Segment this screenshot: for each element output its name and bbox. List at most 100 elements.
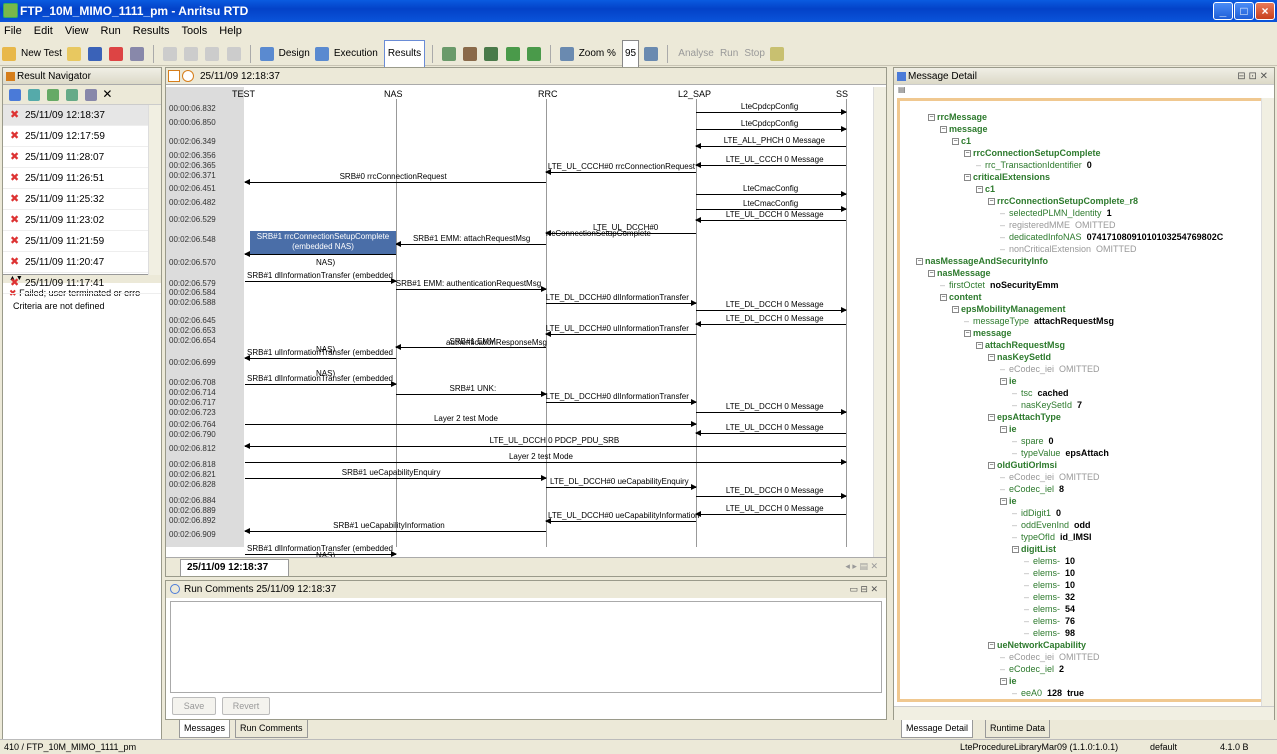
message-label[interactable]: LTE_DL_DCCH 0 Message (726, 486, 824, 495)
collapse-icon[interactable]: − (1000, 678, 1007, 686)
open-icon[interactable] (67, 47, 82, 61)
tree-node[interactable]: − nasKeySetId (988, 351, 1051, 363)
menu-results[interactable]: Results (133, 25, 170, 37)
tree-node[interactable]: – elems- 54 (1024, 603, 1075, 615)
tree-node[interactable]: − message (940, 123, 988, 135)
tree-scrollbar[interactable] (1261, 98, 1274, 708)
message-arrow[interactable] (245, 421, 697, 427)
message-arrow[interactable] (545, 331, 696, 337)
message-label[interactable]: Layer 2 test Mode (434, 414, 498, 423)
tree-node[interactable]: – eCodec_iei OMITTED (1000, 651, 1100, 663)
tree-node[interactable]: – nasKeySetId 7 (1012, 399, 1082, 411)
result-item[interactable]: ✖ 25/11/09 11:23:02 (3, 210, 161, 231)
design-button[interactable]: Design (279, 41, 310, 67)
tree-node[interactable]: – eCodec_iel 8 (1000, 483, 1064, 495)
tree-node[interactable]: – eCodec_iei OMITTED (1000, 363, 1100, 375)
paste-icon[interactable] (226, 47, 241, 61)
collapse-icon[interactable]: − (988, 354, 995, 362)
tree-node[interactable]: − nasMessage (928, 267, 991, 279)
collapse-icon[interactable]: − (940, 126, 947, 134)
tree-node[interactable]: − ie (1000, 675, 1017, 687)
tree-node[interactable]: – nonCriticalExtension OMITTED (1000, 243, 1137, 255)
collapse-icon[interactable]: − (952, 306, 959, 314)
refresh-icon[interactable] (28, 89, 41, 102)
message-label[interactable]: LTE_DL_DCCH 0 Message (726, 314, 824, 323)
message-label[interactable]: SRB#1 ueCapabilityInformation (333, 521, 445, 530)
selected-message[interactable]: SRB#1 rrcConnectionSetupComplete (embedde… (250, 231, 396, 254)
message-label[interactable]: LteCmacConfig (743, 199, 798, 208)
tree-node[interactable]: – selectedPLMN_Identity 1 (1000, 207, 1112, 219)
message-arrow[interactable] (696, 109, 847, 115)
zoom-out-icon[interactable] (644, 47, 659, 61)
result-item[interactable]: ✖ 25/11/09 11:17:41 (3, 273, 161, 294)
message-label[interactable]: NAS) (316, 258, 335, 267)
message-arrow[interactable] (695, 511, 846, 517)
tree-node[interactable]: – messageType attachRequestMsg (964, 315, 1114, 327)
collapse-icon[interactable]: − (952, 138, 959, 146)
tab-runtime-data[interactable]: Runtime Data (985, 720, 1051, 738)
message-arrow[interactable] (696, 191, 847, 197)
menu-file[interactable]: File (4, 25, 22, 37)
collapse-icon[interactable]: − (964, 174, 971, 182)
message-arrow[interactable] (696, 126, 847, 132)
close-button[interactable]: × (1255, 2, 1275, 20)
tool-icon-3[interactable] (484, 47, 499, 61)
tab-controls-icon[interactable]: ◂ ▸ ▤ ✕ (845, 561, 878, 572)
message-label[interactable]: SRB#1 EMM: authenticationRequestMsg (396, 279, 541, 288)
tree-node[interactable]: − epsMobilityManagement (952, 303, 1066, 315)
copy-icon[interactable] (205, 47, 220, 61)
execution-button[interactable]: Execution (334, 41, 378, 67)
detail-controls-icon[interactable]: ⊟ ⊡ ✕ (1237, 68, 1268, 85)
link-icon[interactable] (9, 89, 21, 102)
search-icon[interactable] (85, 89, 98, 102)
result-item[interactable]: ✖ 25/11/09 12:17:59 (3, 126, 161, 147)
message-arrow[interactable] (546, 484, 697, 490)
message-label[interactable]: LTE_UL_DCCH 0 PDCP_PDU_SRB (490, 436, 620, 445)
tree-node[interactable]: – spare 0 (1012, 435, 1054, 447)
tree-node[interactable]: – elems- 32 (1024, 591, 1075, 603)
message-label[interactable]: LTE_DL_DCCH 0 Message (726, 300, 824, 309)
extra-tool-icon[interactable] (770, 47, 784, 61)
tree-node[interactable]: − content (940, 291, 982, 303)
tree-node[interactable]: – dedicatedInfoNAS 07417108091010103254769… (1000, 231, 1223, 243)
message-arrow[interactable] (696, 307, 847, 313)
menu-help[interactable]: Help (219, 25, 242, 37)
message-label[interactable]: NAS) (316, 369, 335, 378)
message-label[interactable]: SRB#1 EMM: attachRequestMsg (413, 234, 530, 243)
panel-controls-icon[interactable]: ▭ ⊟ ✕ (849, 581, 878, 598)
collapse-icon[interactable]: − (928, 270, 935, 278)
zoom-field[interactable]: 95 (621, 40, 640, 68)
message-arrow[interactable] (245, 278, 397, 284)
tree-node[interactable]: – elems- 10 (1024, 567, 1075, 579)
clock-icon[interactable] (182, 70, 194, 82)
message-arrow[interactable] (545, 169, 696, 175)
result-item[interactable]: ✖ 25/11/09 12:18:37 (3, 105, 161, 126)
message-label[interactable]: LTE_UL_DCCH 0 Message (726, 504, 824, 513)
result-list-scrollbar[interactable] (148, 105, 161, 275)
message-arrow[interactable] (245, 381, 397, 387)
message-label[interactable]: LTE_UL_DCCH 0 Message (726, 210, 824, 219)
message-label[interactable]: SRB#1 dlInformationTransfer (embedded (247, 271, 393, 280)
message-arrow[interactable] (695, 162, 846, 168)
menu-edit[interactable]: Edit (34, 25, 53, 37)
tree-node[interactable]: – firstOctet noSecurityEmm (940, 279, 1059, 291)
tree-node[interactable]: − nasMessageAndSecurityInfo (916, 255, 1048, 267)
tree-node[interactable]: − ueNetworkCapability (988, 639, 1086, 651)
message-label[interactable]: LTE_DL_DCCH#0 ueCapabilityEnquiry (550, 477, 689, 486)
collapse-icon[interactable]: − (940, 294, 947, 302)
message-arrow[interactable] (395, 241, 546, 247)
message-label[interactable]: LTE_DL_DCCH 0 Message (726, 402, 824, 411)
tree-node[interactable]: − ie (1000, 375, 1017, 387)
result-item[interactable]: ✖ 25/11/09 11:21:59 (3, 231, 161, 252)
maximize-button[interactable]: □ (1234, 2, 1254, 20)
detail-toolbar-icon[interactable]: ▤ (894, 85, 1274, 97)
message-arrow[interactable] (244, 355, 396, 361)
remove-icon[interactable]: ✕ (102, 87, 112, 101)
tree-node[interactable]: − ie (1000, 423, 1017, 435)
zoom-in-icon[interactable] (559, 47, 574, 61)
sequence-scrollbar[interactable] (873, 87, 886, 557)
message-arrow[interactable] (245, 459, 847, 465)
new-test-button[interactable]: New Test (21, 41, 62, 67)
tab-messages[interactable]: Messages (179, 720, 231, 738)
collapse-icon[interactable]: − (988, 642, 995, 650)
